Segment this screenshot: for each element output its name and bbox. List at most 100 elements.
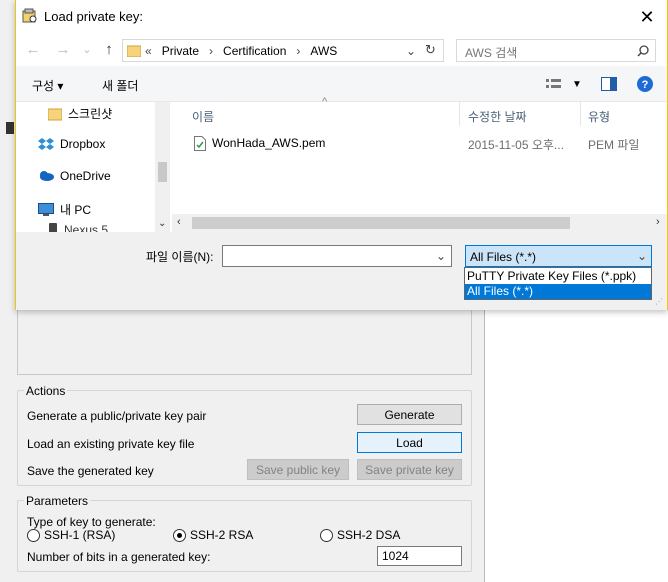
column-header-date[interactable]: 수정한 날짜	[468, 108, 527, 125]
column-header-type[interactable]: 유형	[588, 108, 610, 125]
folder-icon	[127, 45, 141, 57]
file-name: WonHada_AWS.pem	[212, 136, 326, 150]
radio-label: SSH-2 DSA	[337, 528, 401, 542]
radio-ssh1-rsa[interactable]: SSH-1 (RSA)	[27, 528, 115, 542]
recent-locations-chevron-icon[interactable]: ⌄	[78, 41, 96, 59]
pem-file-icon	[194, 136, 206, 151]
column-divider[interactable]	[580, 102, 581, 126]
back-arrow-icon[interactable]: ←	[24, 41, 42, 59]
view-options-icon[interactable]	[546, 78, 564, 90]
scroll-down-chevron-icon[interactable]: ⌄	[158, 218, 166, 229]
search-box[interactable]: AWS 검색	[456, 39, 656, 62]
new-folder-button[interactable]: 새 폴더	[102, 77, 138, 94]
generate-label: Generate a public/private key pair	[27, 409, 207, 423]
nav-item-label: Nexus 5	[64, 223, 109, 232]
view-dropdown-chevron-icon[interactable]: ▼	[572, 79, 582, 90]
dialog-title: Load private key:	[44, 9, 144, 24]
filetype-option-all-files[interactable]: All Files (*.*)	[465, 284, 651, 299]
generate-button[interactable]: Generate	[357, 404, 462, 425]
organize-menu-button[interactable]: 구성 ▾	[32, 77, 63, 94]
nav-item-nexus5[interactable]: Nexus 5	[48, 223, 108, 232]
save-label: Save the generated key	[27, 464, 154, 478]
navigation-pane: 스크린샷 Dropbox OneDrive 내 PC Nexus 5	[16, 102, 170, 232]
forward-arrow-icon[interactable]: →	[54, 41, 72, 59]
save-public-key-button[interactable]: Save public key	[247, 459, 349, 480]
nav-item-label: 내 PC	[60, 203, 92, 217]
file-type: PEM 파일	[588, 138, 640, 152]
putty-key-icon	[22, 8, 37, 23]
nav-item-onedrive[interactable]: OneDrive	[38, 169, 111, 183]
refresh-icon[interactable]: ↻	[425, 42, 436, 58]
resize-grip-icon[interactable]: ⋰	[655, 297, 663, 306]
chevron-down-icon[interactable]: ⌄	[406, 44, 416, 58]
radio-indicator[interactable]	[320, 528, 333, 542]
chevron-down-icon[interactable]: ⌄	[637, 249, 647, 263]
filename-input[interactable]: ⌄	[222, 245, 452, 267]
file-date: 2015-11-05 오후...	[468, 138, 564, 152]
horizontal-scroll-thumb[interactable]	[192, 217, 570, 229]
search-icon	[637, 45, 649, 57]
file-list: ^ 이름 수정한 날짜 유형 WonHada_AWS.pem 2015-11-0…	[172, 96, 667, 214]
address-bar[interactable]: « Private › Certification › AWS ⌄ ↻	[122, 39, 444, 62]
radio-indicator[interactable]	[27, 528, 40, 542]
filetype-select[interactable]: All Files (*.*) ⌄	[465, 245, 652, 267]
nav-item-label: 스크린샷	[68, 107, 113, 121]
breadcrumb-item[interactable]: AWS	[310, 44, 337, 58]
radio-label: SSH-2 RSA	[190, 528, 254, 542]
load-button[interactable]: Load	[357, 432, 462, 453]
navigation-bar: ← → ⌄ ↑ « Private › Certification › AWS ⌄ ↻ A…	[16, 34, 667, 66]
parameters-legend: Parameters	[24, 494, 91, 508]
scroll-right-chevron-icon[interactable]: ›	[656, 216, 660, 228]
column-divider[interactable]	[459, 102, 460, 126]
filename-label: 파일 이름(N):	[146, 250, 214, 264]
dialog-titlebar: Load private key: ✕	[16, 0, 667, 34]
filetype-option-ppk[interactable]: PuTTY Private Key Files (*.ppk)	[465, 269, 651, 284]
computer-icon	[38, 202, 54, 216]
onedrive-icon	[40, 171, 54, 181]
preview-pane-icon[interactable]	[601, 77, 617, 91]
actions-legend: Actions	[24, 384, 68, 398]
bits-input[interactable]: 1024	[377, 546, 462, 566]
up-arrow-icon[interactable]: ↑	[100, 41, 118, 59]
nav-item-dropbox[interactable]: Dropbox	[38, 137, 105, 151]
column-header-name[interactable]: 이름	[192, 108, 214, 125]
radio-ssh2-rsa[interactable]: SSH-2 RSA	[173, 528, 253, 542]
close-button[interactable]: ✕	[635, 5, 659, 29]
bits-label: Number of bits in a generated key:	[27, 550, 211, 564]
svg-text:?: ?	[642, 79, 649, 91]
nav-item-label: Dropbox	[60, 137, 106, 151]
key-icon	[6, 122, 14, 134]
horizontal-scrollbar[interactable]: ‹ ›	[172, 214, 667, 232]
chevron-right-icon[interactable]: ›	[296, 44, 300, 58]
key-display-area	[17, 300, 472, 375]
filetype-selected-value: All Files (*.*)	[470, 250, 537, 264]
breadcrumb-overflow[interactable]: «	[145, 44, 152, 58]
radio-indicator-selected[interactable]	[173, 528, 186, 542]
phone-icon	[49, 223, 57, 232]
key-type-label: Type of key to generate:	[27, 515, 156, 529]
nav-scroll-thumb[interactable]	[158, 162, 167, 182]
load-private-key-dialog: Load private key: ✕ ← → ⌄ ↑ « Private › Cer…	[15, 0, 668, 310]
save-private-key-button[interactable]: Save private key	[357, 459, 462, 480]
scroll-left-chevron-icon[interactable]: ‹	[177, 216, 181, 228]
chevron-down-icon[interactable]: ⌄	[436, 249, 446, 263]
search-input[interactable]: AWS 검색	[465, 44, 517, 61]
radio-label: SSH-1 (RSA)	[44, 528, 116, 542]
command-bar: 구성 ▾ 새 폴더 ▼ ?	[16, 66, 667, 102]
breadcrumb-item[interactable]: Certification	[223, 44, 286, 58]
sort-ascending-icon: ^	[322, 96, 328, 108]
folder-icon	[48, 108, 62, 120]
help-icon[interactable]: ?	[637, 76, 653, 92]
dropbox-icon	[38, 138, 54, 150]
nav-item-screenshots[interactable]: 스크린샷	[48, 105, 112, 122]
chevron-right-icon[interactable]: ›	[209, 44, 213, 58]
nav-item-this-pc[interactable]: 내 PC	[38, 201, 91, 218]
breadcrumb-item[interactable]: Private	[162, 44, 199, 58]
load-label: Load an existing private key file	[27, 437, 195, 451]
nav-item-label: OneDrive	[60, 169, 111, 183]
filetype-dropdown-list: PuTTY Private Key Files (*.ppk) All File…	[464, 267, 652, 300]
nav-pane-scrollbar[interactable]: ⌄	[155, 102, 170, 232]
table-row[interactable]: WonHada_AWS.pem 2015-11-05 오후... PEM 파일	[172, 132, 667, 154]
radio-ssh2-dsa[interactable]: SSH-2 DSA	[320, 528, 400, 542]
breadcrumb: « Private › Certification › AWS	[145, 44, 347, 58]
